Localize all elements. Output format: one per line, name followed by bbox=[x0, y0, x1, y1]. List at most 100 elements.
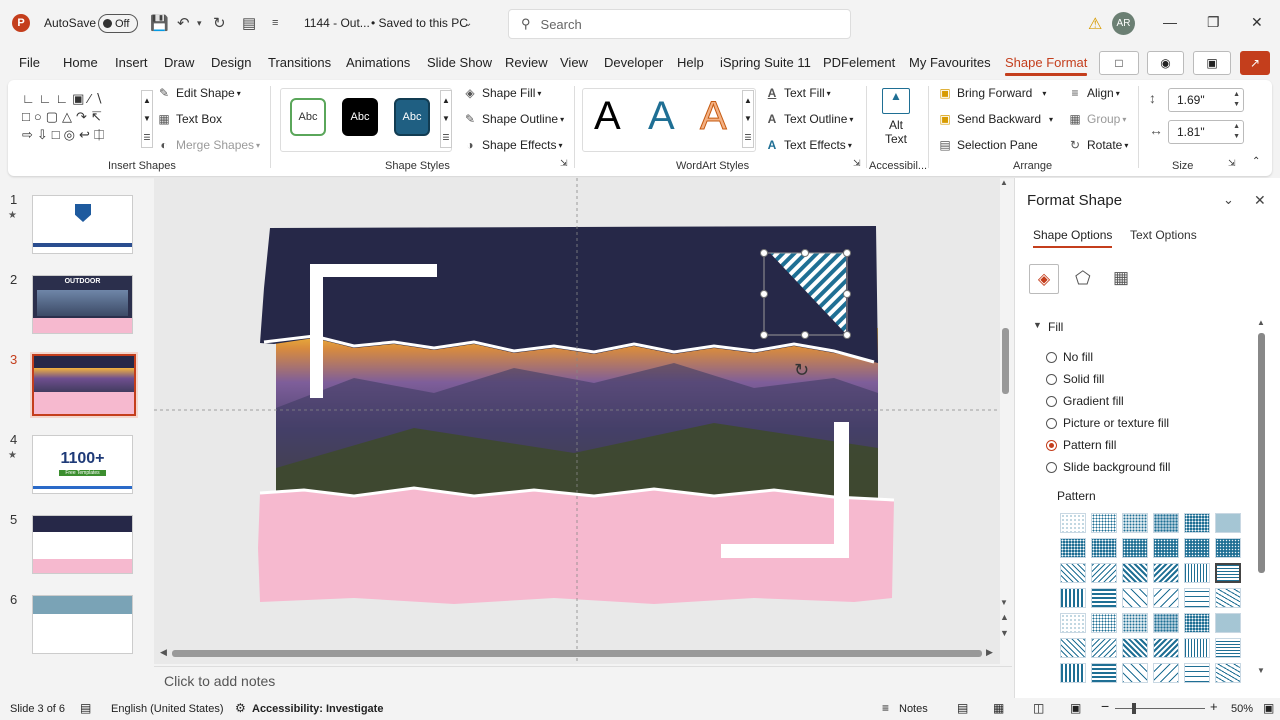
pattern-swatch[interactable] bbox=[1153, 588, 1179, 608]
next-slide-icon[interactable]: ▼ bbox=[1000, 628, 1009, 638]
text-fill-button[interactable]: A Text Fill ▾ bbox=[765, 86, 831, 100]
pattern-swatch[interactable] bbox=[1122, 613, 1148, 633]
fit-to-window-icon[interactable]: ▣ bbox=[1263, 701, 1274, 715]
zoom-slider[interactable] bbox=[1115, 708, 1205, 709]
selection-pane-button[interactable]: ▤ Selection Pane bbox=[938, 138, 1037, 152]
vertical-scroll-thumb[interactable] bbox=[1002, 328, 1009, 394]
wordart-preset-1[interactable]: A bbox=[594, 94, 621, 139]
zoom-level[interactable]: 50% bbox=[1231, 703, 1253, 715]
pane-scroll-thumb[interactable] bbox=[1258, 333, 1265, 573]
tab-transitions[interactable]: Transitions bbox=[268, 55, 331, 70]
tab-draw[interactable]: Draw bbox=[164, 55, 194, 70]
scroll-down-icon[interactable]: ▼ bbox=[1000, 598, 1008, 607]
pattern-swatch[interactable] bbox=[1060, 513, 1086, 533]
spell-check-icon[interactable]: ▤ bbox=[80, 701, 91, 715]
shape-style-preset-1[interactable]: Abc bbox=[290, 98, 326, 136]
customize-qat-icon[interactable]: ≡ bbox=[272, 17, 278, 29]
reading-view-icon[interactable]: ◫ bbox=[1033, 701, 1044, 715]
chevron-down-icon[interactable]: ⌄ bbox=[464, 18, 472, 29]
pattern-swatch[interactable] bbox=[1122, 638, 1148, 658]
scroll-right-icon[interactable]: ▶ bbox=[986, 647, 993, 658]
pane-options-chevron-icon[interactable]: ⌄ bbox=[1223, 192, 1234, 208]
minimize-icon[interactable]: — bbox=[1163, 14, 1177, 30]
shape-width-input[interactable]: 1.81" ▲ ▼ bbox=[1168, 120, 1244, 144]
save-status[interactable]: • Saved to this PC bbox=[371, 16, 468, 30]
radio-button-selected[interactable] bbox=[1046, 439, 1057, 451]
tab-pdfelement[interactable]: PDFelement bbox=[823, 55, 895, 70]
send-backward-button[interactable]: ▣ Send Backward ▾ bbox=[938, 112, 1053, 126]
shape-style-preset-3[interactable]: Abc bbox=[394, 98, 430, 136]
tab-home[interactable]: Home bbox=[63, 55, 98, 70]
pattern-swatch[interactable] bbox=[1060, 563, 1086, 583]
alt-text-button[interactable]: ▲ Alt Text bbox=[876, 86, 916, 152]
tab-slide-show[interactable]: Slide Show bbox=[427, 55, 492, 70]
tab-shape-options[interactable]: Shape Options bbox=[1033, 228, 1113, 248]
pattern-swatch[interactable] bbox=[1215, 563, 1241, 583]
language-label[interactable]: English (United States) bbox=[111, 703, 224, 715]
slide-thumbnail-4[interactable]: 1100+ Free Templates bbox=[32, 435, 133, 494]
pattern-swatch[interactable] bbox=[1122, 538, 1148, 558]
tab-view[interactable]: View bbox=[560, 55, 588, 70]
pattern-swatch[interactable] bbox=[1184, 588, 1210, 608]
tab-file[interactable]: File bbox=[19, 55, 40, 70]
pattern-swatch[interactable] bbox=[1184, 663, 1210, 683]
merge-shapes-button[interactable]: ◐ Merge Shapes ▾ bbox=[157, 138, 260, 152]
notes-area[interactable]: Click to add notes bbox=[154, 666, 1012, 696]
autosave-toggle[interactable]: Off bbox=[98, 14, 138, 33]
document-title[interactable]: 1144 - Out... bbox=[304, 16, 370, 30]
pattern-swatch[interactable] bbox=[1153, 513, 1179, 533]
pattern-swatch[interactable] bbox=[1091, 513, 1117, 533]
notes-button[interactable]: Notes bbox=[899, 703, 928, 715]
slide-canvas[interactable]: ↻ bbox=[154, 178, 1000, 664]
pattern-swatch[interactable] bbox=[1184, 563, 1210, 583]
avatar[interactable]: AR bbox=[1112, 12, 1135, 35]
tab-design[interactable]: Design bbox=[211, 55, 251, 70]
pattern-swatch[interactable] bbox=[1215, 588, 1241, 608]
share-button[interactable]: ↗ bbox=[1240, 51, 1270, 75]
pane-scroll-up-icon[interactable]: ▲ bbox=[1257, 318, 1265, 327]
pattern-swatch[interactable] bbox=[1060, 663, 1086, 683]
slide-thumbnail-5[interactable] bbox=[32, 515, 133, 574]
horizontal-scroll-thumb[interactable] bbox=[172, 650, 982, 657]
shapes-gallery-scroll[interactable]: ▲ ▼ ☰ bbox=[141, 90, 153, 148]
pattern-swatch[interactable] bbox=[1153, 538, 1179, 558]
shape-styles-scroll[interactable]: ▲ ▼ ☰ bbox=[440, 90, 452, 148]
pattern-swatch[interactable] bbox=[1122, 513, 1148, 533]
save-icon[interactable]: 💾 bbox=[150, 14, 169, 32]
tab-shape-format[interactable]: Shape Format bbox=[1005, 55, 1088, 76]
wordart-preset-3[interactable]: A bbox=[700, 94, 728, 139]
redo-icon[interactable]: ↻ bbox=[213, 14, 226, 32]
pattern-swatch[interactable] bbox=[1060, 638, 1086, 658]
accessibility-status[interactable]: Accessibility: Investigate bbox=[252, 703, 383, 715]
collapse-ribbon-icon[interactable]: ⌃ bbox=[1252, 156, 1260, 167]
pattern-swatch[interactable] bbox=[1091, 613, 1117, 633]
group-button[interactable]: ▦ Group ▾ bbox=[1068, 112, 1126, 126]
pattern-swatch[interactable] bbox=[1215, 538, 1241, 558]
slide-show-icon[interactable]: ▣ bbox=[1070, 701, 1081, 715]
pattern-swatch[interactable] bbox=[1184, 613, 1210, 633]
pattern-swatch[interactable] bbox=[1091, 588, 1117, 608]
record-button[interactable]: ◉ bbox=[1147, 51, 1184, 75]
pattern-swatch[interactable] bbox=[1060, 613, 1086, 633]
fill-section-header[interactable]: Fill bbox=[1048, 320, 1063, 334]
wordart-preset-2[interactable]: A bbox=[648, 94, 675, 139]
tab-help[interactable]: Help bbox=[677, 55, 704, 70]
pattern-swatch[interactable] bbox=[1184, 538, 1210, 558]
pattern-swatch[interactable] bbox=[1215, 663, 1241, 683]
tab-insert[interactable]: Insert bbox=[115, 55, 148, 70]
pattern-swatch[interactable] bbox=[1060, 538, 1086, 558]
edit-shape-button[interactable]: ✎ Edit Shape ▾ bbox=[157, 86, 241, 100]
radio-button[interactable] bbox=[1046, 461, 1057, 473]
pattern-swatch[interactable] bbox=[1215, 513, 1241, 533]
effects-pentagon-icon[interactable]: ⬠ bbox=[1075, 268, 1091, 289]
text-effects-button[interactable]: A Text Effects ▾ bbox=[765, 138, 852, 152]
wordart-scroll[interactable]: ▲ ▼ ☰ bbox=[742, 90, 754, 148]
spinner-arrows-icon[interactable]: ▲ ▼ bbox=[1233, 122, 1240, 142]
tab-ispring[interactable]: iSpring Suite 11 bbox=[720, 55, 811, 70]
zoom-in-icon[interactable]: + bbox=[1210, 699, 1218, 714]
radio-button[interactable] bbox=[1046, 351, 1057, 363]
fill-option-no-fill[interactable]: No fill bbox=[1046, 350, 1093, 364]
tab-text-options[interactable]: Text Options bbox=[1130, 228, 1197, 242]
navy-torn-band[interactable] bbox=[260, 226, 878, 363]
pattern-swatch[interactable] bbox=[1091, 538, 1117, 558]
